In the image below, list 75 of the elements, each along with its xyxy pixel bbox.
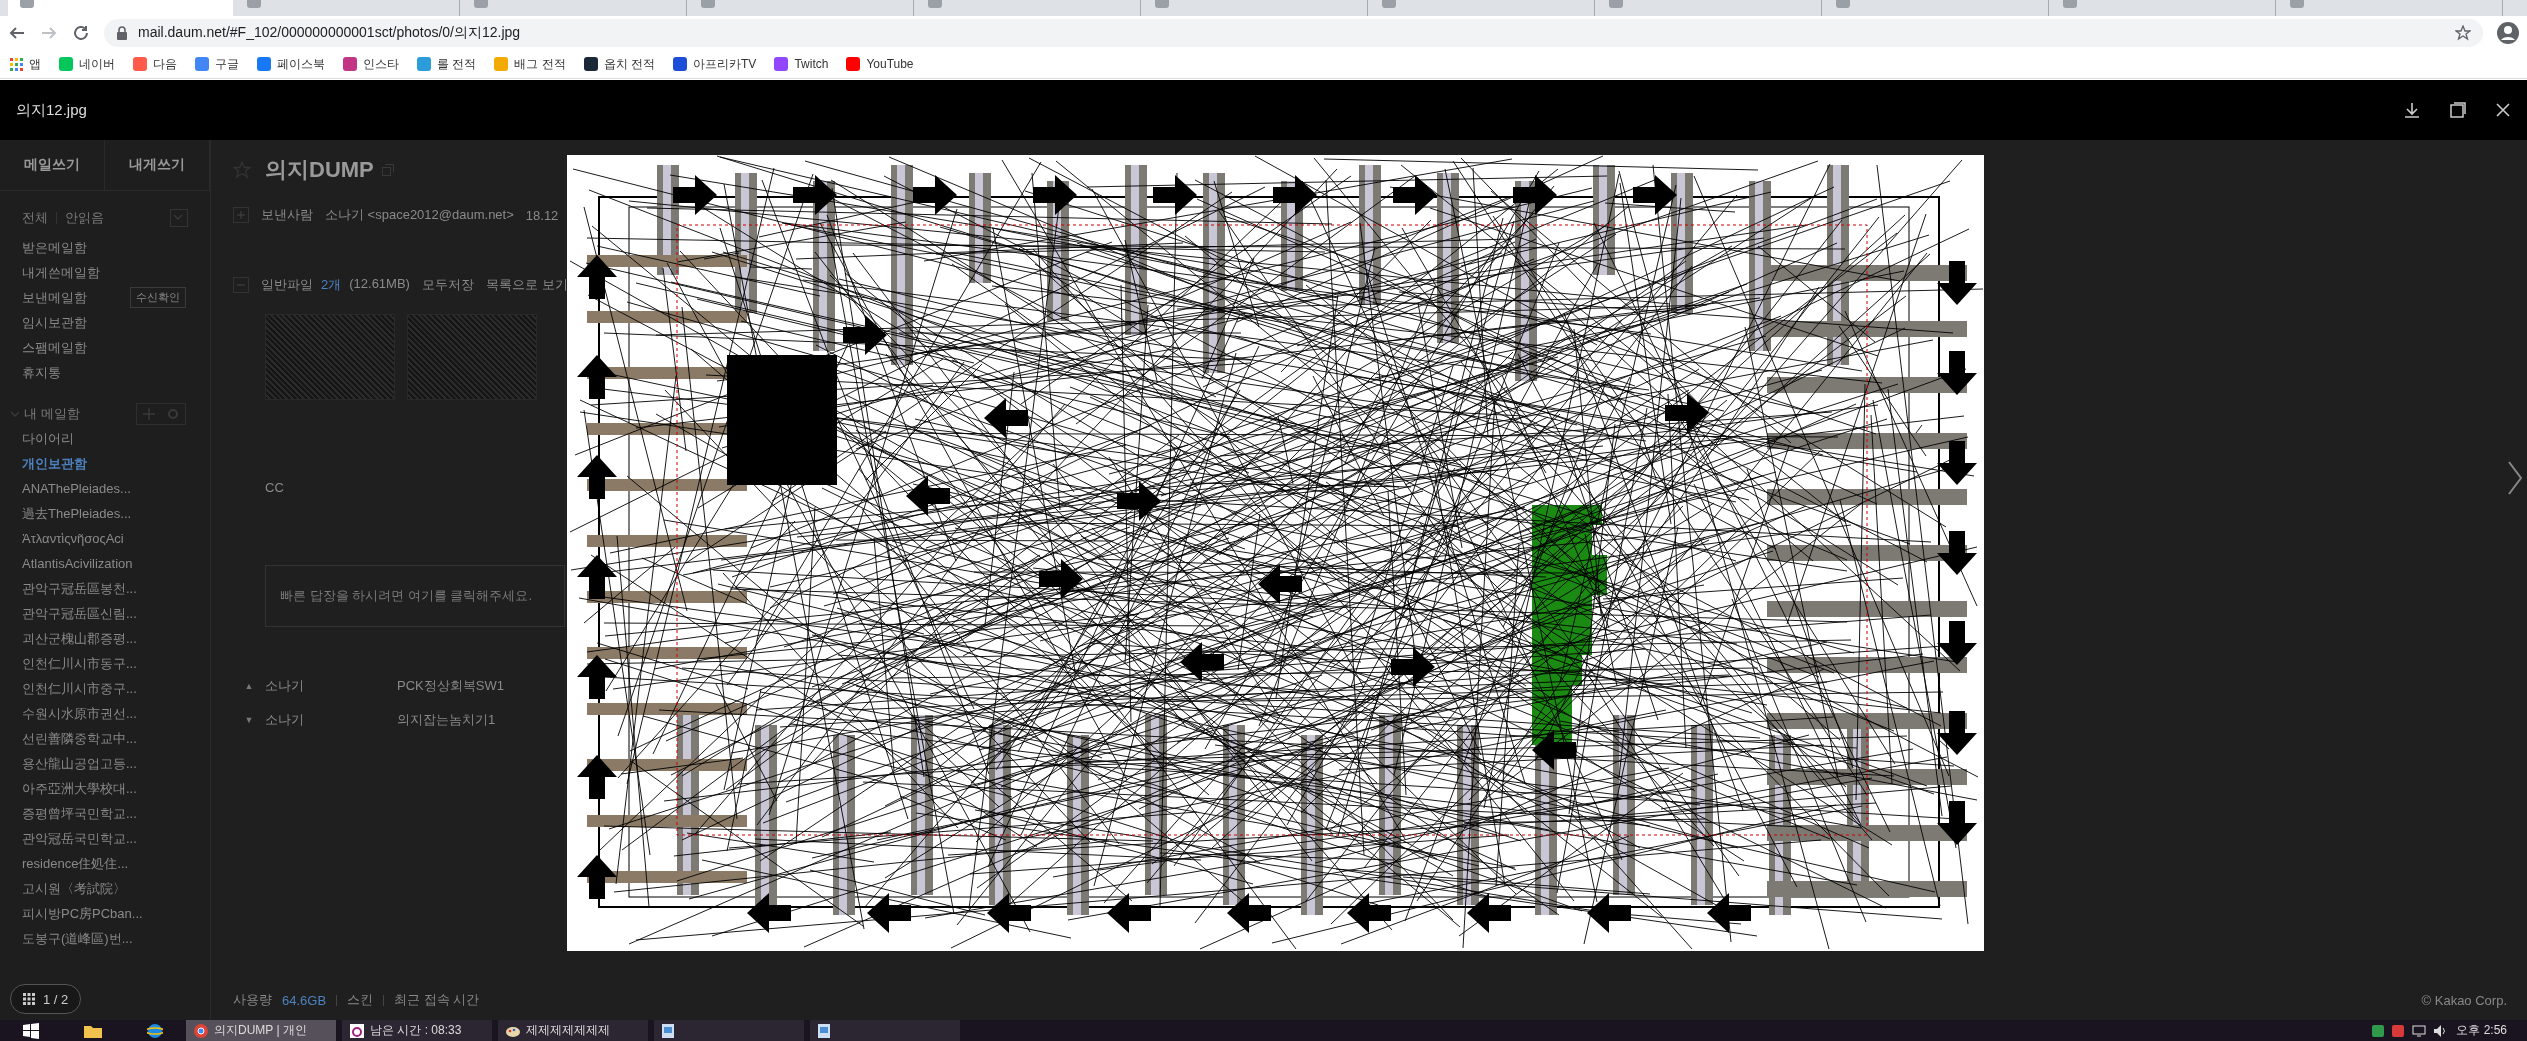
folder-link[interactable]: 휴지통 [22,363,61,382]
attachment-label: 일반파일 [261,276,313,294]
folder-link[interactable]: ἈτλαντὶςνῆσοςAci [22,531,124,546]
sender-name: 소나기 [265,677,305,695]
cc-label: CC [265,480,285,495]
url-text: mail.daum.net/#F_102/000000000001sct/photos/0/의지12.jpg [138,24,521,42]
mail-date: 18.12 [525,207,559,223]
bookmark-link[interactable]: 롤 전적 [417,55,477,73]
quick-reply-field[interactable]: 빠른 답장을 하시려면 여기를 클릭해주세요. [265,565,565,627]
bookmark-link[interactable]: 페이스북 [257,55,325,73]
mail-subject: 의지DUMP [265,156,374,184]
clock-text: 오후 2:56 [2456,1022,2507,1039]
folder-link[interactable]: 過去ThePleiades... [22,504,132,523]
attachment-size: (12.61MB) [349,276,410,293]
bookmark-link[interactable]: 구글 [195,55,239,73]
bookmark-link[interactable]: Twitch [774,57,829,71]
mail-subject-link[interactable]: 의지잡는놈치기1 [397,711,496,729]
bookmark-link[interactable]: 네이버 [59,55,115,73]
bookmark-link[interactable]: 배그 전적 [494,55,566,73]
bookmark-link[interactable]: YouTube [846,57,914,71]
filter-link[interactable]: 전체 [22,209,48,227]
folder-link[interactable]: 임시보관함 [22,313,87,332]
attachment-action-link[interactable]: 목록으로 보기 [485,276,568,294]
footer-link[interactable]: 최근 접속 시간 [394,991,480,1009]
folder-link[interactable]: 인천仁川시市중구... [22,679,137,698]
compose-button[interactable]: 내게쓰기 [105,140,210,190]
usage-label: 사용량 [233,991,272,1009]
folder-link[interactable]: 스팸메일함 [22,338,87,357]
folder-link[interactable]: 아주亞洲大學校대... [22,779,137,798]
sender-address: 소나기 <space2012@daum.net> [325,206,514,224]
bookmark-link[interactable]: 다음 [133,55,177,73]
folder-link[interactable]: 도봉구(道峰區)번... [22,929,133,948]
folder-link[interactable]: 개인보관함 [22,454,87,473]
arrow-marker: ▲ [243,681,255,691]
folder-link[interactable]: residence住処住... [22,854,129,873]
copyright-text: © Kakao Corp. [2421,992,2507,1008]
usage-value: 64.6GB [282,992,327,1008]
folder-link[interactable]: 받은메일함 [22,238,87,257]
folder-link[interactable]: 다이어리 [22,429,74,448]
mail-subject-link[interactable]: PCK정상회복SW1 [397,677,504,695]
folder-link[interactable]: 관악冠岳국민학교... [22,829,137,848]
folder-link[interactable]: 관악구冠岳區봉천... [22,579,137,598]
folder-link[interactable]: 보낸메일함 [22,288,87,307]
folder-link[interactable]: 피시방PC房PCban... [22,904,143,923]
folder-link[interactable]: 고시원〈考試院〉 [22,879,126,898]
attachment-count: 2개 [321,276,342,294]
receipt-button[interactable]: 수신확인 [130,287,186,308]
arrow-marker: ▼ [243,715,255,725]
footer-link[interactable]: 스킨 [347,991,374,1009]
folder-link[interactable]: AtlantisAcivilization [22,556,133,571]
sender-name: 소나기 [265,711,305,729]
bookmark-link[interactable]: 인스타 [343,55,399,73]
folder-link[interactable]: 인천仁川시市동구... [22,654,137,673]
sender-label: 보낸사람 [261,206,313,224]
bookmark-link[interactable]: 앱 [10,55,41,73]
taskbar-app-button[interactable]: 남은 시간 : 08:33 [342,1020,492,1041]
bookmark-link[interactable]: 옵치 전적 [583,55,656,73]
folder-link[interactable]: ANAThePleiades... [22,481,131,496]
folder-link[interactable]: 괴산군槐山郡증평... [22,629,137,648]
filter-link[interactable]: 안읽음 [65,209,104,227]
attachment-action-link[interactable]: 모두저장 [421,276,474,294]
address-bar[interactable]: mail.daum.net/#F_102/000000000001sct/photos/0/의지12.jpg [104,19,2483,47]
folder-link[interactable]: 수원시水原市권선... [22,704,137,723]
image-filename: 의지12.jpg [16,100,88,120]
page-counter[interactable]: 1 / 2 [10,984,82,1014]
folder-link[interactable]: 증평曾坪국민학교... [22,804,137,823]
folder-link[interactable]: 용산龍山공업고등... [22,754,137,773]
folder-link[interactable]: 관악구冠岳區신림... [22,604,137,623]
bookmark-link[interactable]: 아프리카TV [673,55,757,73]
taskbar-app-button[interactable]: 의지DUMP | 개인 [186,1020,336,1041]
folder-link[interactable]: 내게쓴메일함 [22,263,100,282]
compose-button[interactable]: 메일쓰기 [0,140,105,190]
section-title[interactable]: 내 메일함 [24,404,80,423]
folder-link[interactable]: 선린善隣중학교中... [22,729,137,748]
taskbar-app-button[interactable]: 제제제제제제제 [498,1020,648,1041]
